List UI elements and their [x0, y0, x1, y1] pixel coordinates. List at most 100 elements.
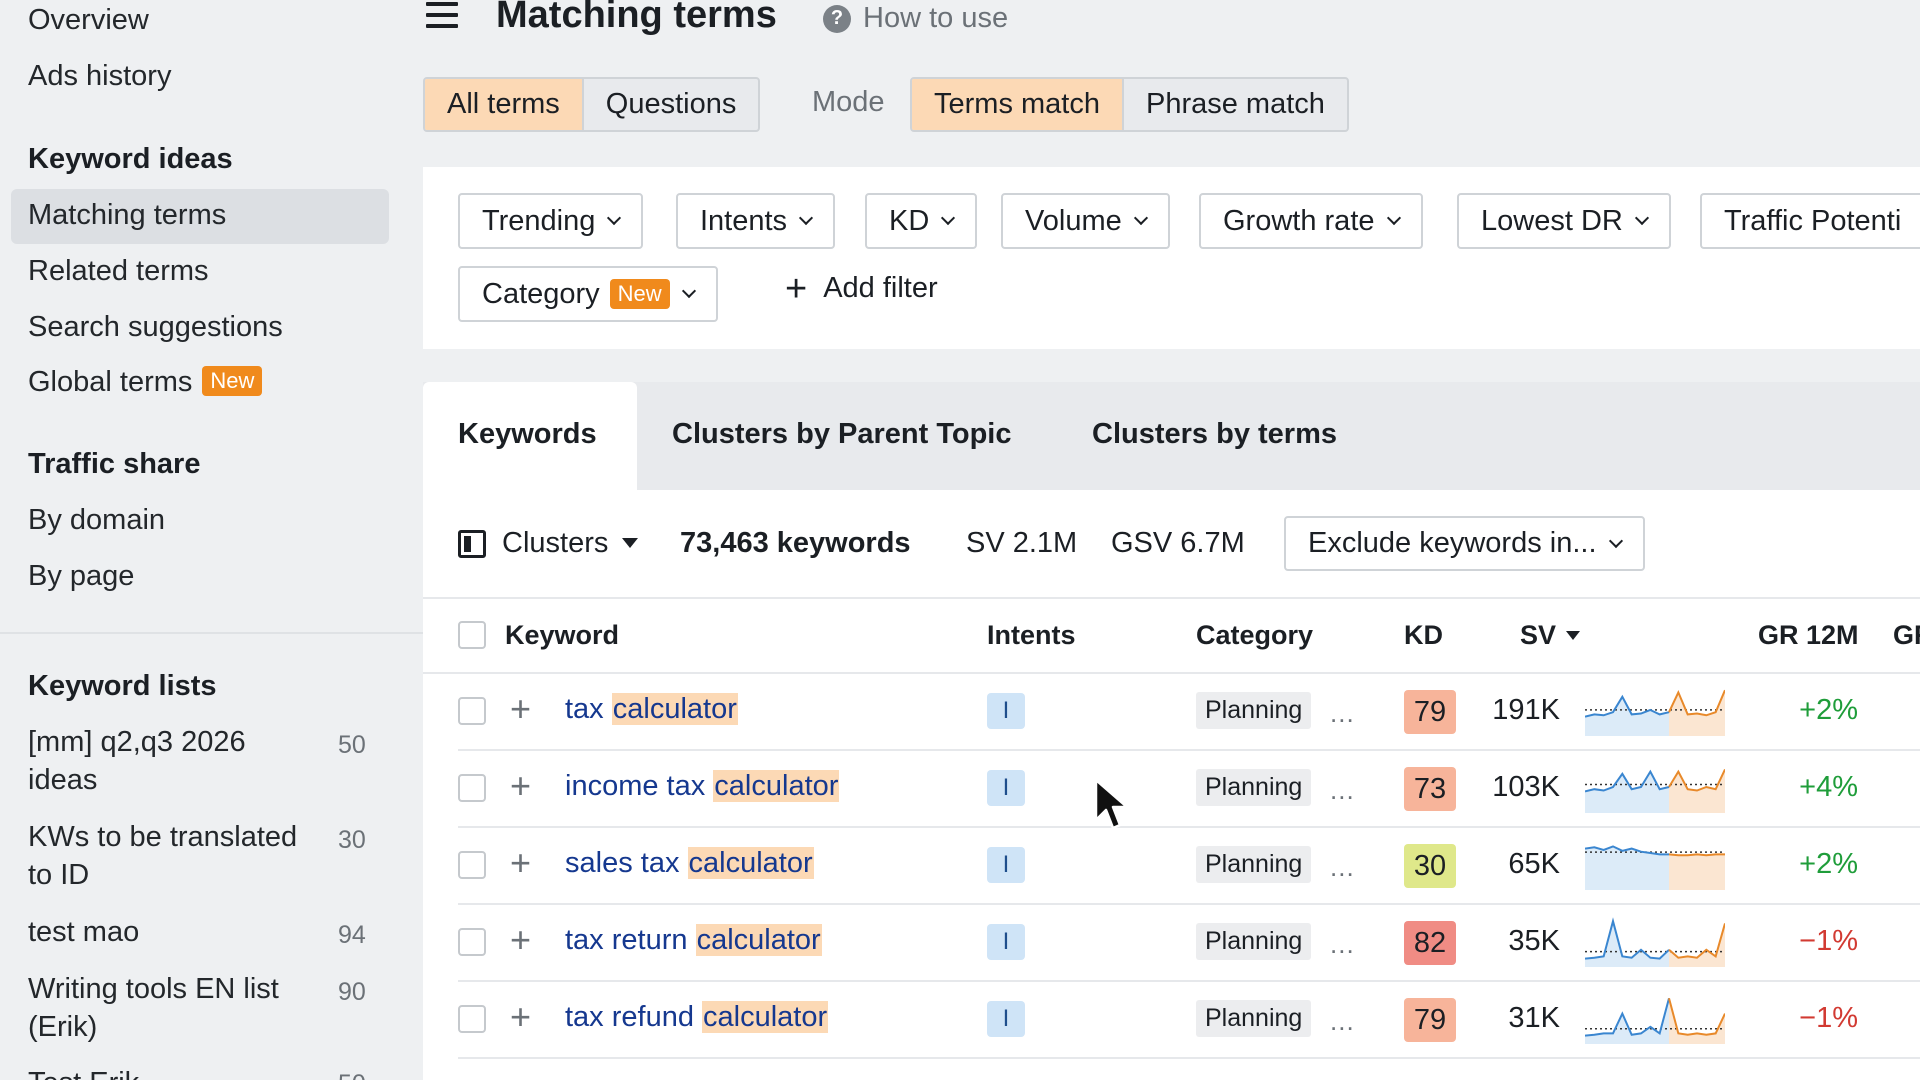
keyword-match-highlight: calculator	[713, 769, 840, 802]
add-to-list-plus-icon[interactable]: +	[510, 842, 531, 884]
category-tag: Planning	[1196, 691, 1312, 729]
more-categories-ellipsis[interactable]: ...	[1330, 929, 1355, 960]
filter-lowest-dr[interactable]: Lowest DR	[1457, 193, 1671, 249]
row-checkbox[interactable]	[458, 850, 486, 879]
exclude-keywords-dropdown[interactable]: Exclude keywords in...	[1284, 516, 1645, 571]
keyword-list-item[interactable]: Test Erik	[28, 1064, 298, 1080]
add-filter-label: Add filter	[823, 272, 938, 304]
column-header-category[interactable]: Category	[1196, 620, 1313, 651]
help-icon: ?	[823, 4, 851, 33]
term-type-toggle: All terms Questions	[423, 77, 761, 132]
keyword-text: tax	[565, 692, 612, 725]
sort-desc-icon	[1566, 631, 1581, 640]
search-volume: 35K	[1508, 924, 1560, 957]
sidebar-item-by-domain[interactable]: By domain	[28, 504, 165, 537]
filter-traffic-potential[interactable]: Traffic Potenti	[1700, 193, 1920, 249]
column-header-gr-12m[interactable]: GR 12M	[1758, 620, 1859, 651]
keyword-list-count: 30	[338, 826, 366, 854]
filter-trending[interactable]: Trending	[458, 193, 644, 249]
growth-rate: +2%	[1799, 847, 1858, 880]
keyword-link[interactable]: tax calculator	[565, 692, 738, 726]
sidebar-item-global-terms[interactable]: Global terms New	[28, 366, 263, 399]
column-header-gr-cut[interactable]: GF	[1893, 620, 1920, 651]
tab-questions[interactable]: Questions	[581, 79, 759, 130]
keyword-text: tax refund	[565, 1000, 703, 1033]
intent-badge: I	[987, 692, 1025, 729]
more-categories-ellipsis[interactable]: ...	[1330, 852, 1355, 883]
chevron-down-icon	[681, 283, 696, 299]
keyword-list-item[interactable]: Writing tools EN list (Erik)	[28, 970, 298, 1046]
how-to-use-link[interactable]: ? How to use	[823, 2, 1008, 35]
add-to-list-plus-icon[interactable]: +	[510, 919, 531, 961]
category-tag: Planning	[1196, 768, 1312, 806]
filter-kd[interactable]: KD	[865, 193, 978, 249]
add-to-list-plus-icon[interactable]: +	[510, 996, 531, 1038]
chevron-down-icon	[1608, 533, 1623, 548]
plus-icon: +	[785, 267, 808, 310]
sparkline-area-past	[1585, 997, 1669, 1044]
row-checkbox[interactable]	[458, 773, 486, 802]
trend-sparkline	[1585, 916, 1725, 967]
row-checkbox[interactable]	[458, 1004, 486, 1033]
add-to-list-plus-icon[interactable]: +	[510, 765, 531, 807]
sidebar-item-overview[interactable]: Overview	[28, 4, 149, 37]
sidebar-item-matching-terms[interactable]: Matching terms	[28, 199, 226, 232]
hamburger-menu-icon[interactable]	[426, 2, 458, 30]
sidebar: Overview Ads history Keyword ideas Match…	[0, 0, 423, 1080]
tab-keywords[interactable]: Keywords	[458, 418, 597, 451]
filter-growth-rate[interactable]: Growth rate	[1199, 193, 1423, 249]
sidebar-heading-keyword-ideas: Keyword ideas	[28, 143, 233, 175]
keyword-list-item[interactable]: test mao	[28, 913, 298, 951]
column-header-keyword[interactable]: Keyword	[505, 620, 619, 651]
divider	[423, 597, 1920, 599]
sidebar-item-search-suggestions[interactable]: Search suggestions	[28, 311, 283, 344]
more-categories-ellipsis[interactable]: ...	[1330, 775, 1355, 806]
column-header-intents[interactable]: Intents	[987, 620, 1076, 651]
tab-clusters-by-parent-topic[interactable]: Clusters by Parent Topic	[672, 418, 1012, 451]
keyword-link[interactable]: tax return calculator	[565, 923, 822, 957]
growth-rate: +4%	[1799, 770, 1858, 803]
keyword-list-count: 94	[338, 921, 366, 949]
trend-sparkline	[1585, 768, 1725, 813]
select-all-checkbox[interactable]	[458, 621, 486, 649]
clusters-panel-icon[interactable]	[458, 530, 486, 558]
filter-category[interactable]: Category New	[458, 266, 718, 322]
more-categories-ellipsis[interactable]: ...	[1330, 1006, 1355, 1037]
row-divider	[458, 1057, 1920, 1059]
sidebar-item-by-page[interactable]: By page	[28, 560, 134, 593]
global-search-volume-total: GSV 6.7M	[1111, 527, 1245, 559]
growth-rate: −1%	[1799, 1001, 1858, 1034]
filter-volume[interactable]: Volume	[1001, 193, 1170, 249]
tab-all-terms[interactable]: All terms	[425, 79, 582, 130]
clusters-label: Clusters	[502, 527, 609, 559]
mode-terms-match[interactable]: Terms match	[912, 79, 1122, 130]
filter-intents[interactable]: Intents	[676, 193, 836, 249]
sidebar-item-ads-history[interactable]: Ads history	[28, 60, 171, 93]
column-header-kd[interactable]: KD	[1404, 620, 1443, 651]
filter-label: Growth rate	[1223, 204, 1375, 237]
more-categories-ellipsis[interactable]: ...	[1330, 698, 1355, 729]
row-checkbox[interactable]	[458, 696, 486, 725]
keyword-list-item[interactable]: KWs to be translated to ID	[28, 818, 298, 894]
intent-badge: I	[987, 769, 1025, 806]
keyword-link[interactable]: sales tax calculator	[565, 846, 814, 880]
row-divider	[458, 980, 1920, 982]
sidebar-item-related-terms[interactable]: Related terms	[28, 255, 209, 288]
kd-score: 82	[1404, 920, 1456, 965]
kd-score: 73	[1404, 766, 1456, 811]
tab-clusters-by-terms[interactable]: Clusters by terms	[1092, 418, 1337, 451]
clusters-dropdown[interactable]: Clusters	[502, 527, 639, 560]
column-header-sv[interactable]: SV	[1520, 620, 1581, 651]
keyword-link[interactable]: tax refund calculator	[565, 1000, 829, 1034]
chevron-down-icon	[941, 210, 956, 226]
exclude-label: Exclude keywords in...	[1308, 527, 1597, 559]
keyword-list-item[interactable]: [mm] q2,q3 2026 ideas	[28, 723, 298, 799]
search-volume-total: SV 2.1M	[966, 527, 1078, 559]
kd-score: 30	[1404, 843, 1456, 888]
keyword-link[interactable]: income tax calculator	[565, 769, 840, 803]
sparkline-area-past	[1585, 920, 1669, 967]
add-filter-button[interactable]: + Add filter	[785, 267, 938, 310]
mode-phrase-match[interactable]: Phrase match	[1121, 79, 1347, 130]
add-to-list-plus-icon[interactable]: +	[510, 688, 531, 730]
row-checkbox[interactable]	[458, 927, 486, 956]
